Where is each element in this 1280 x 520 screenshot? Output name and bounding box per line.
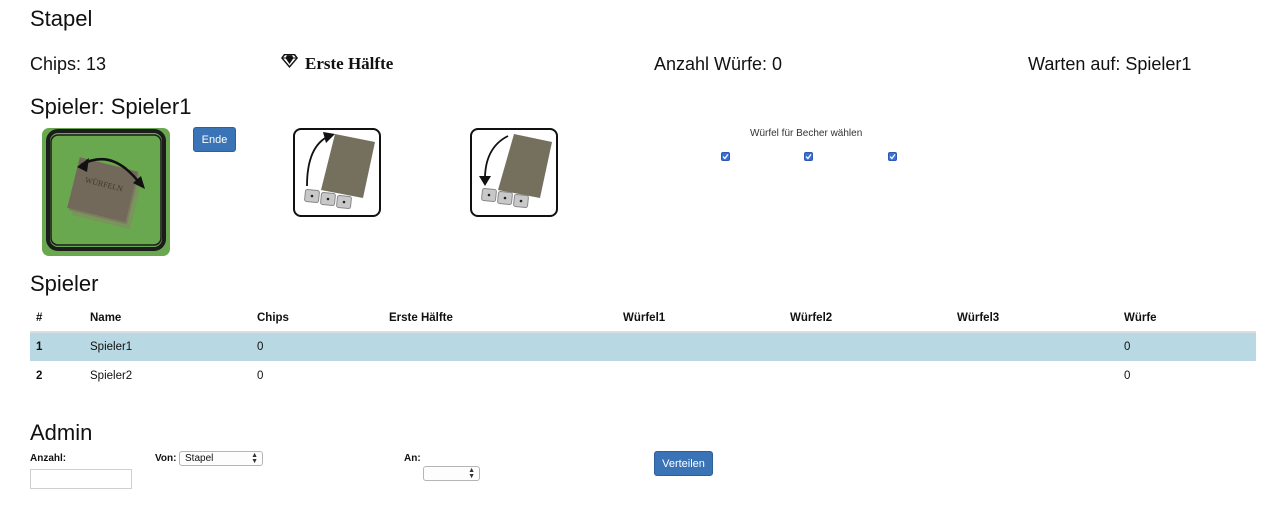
- column-header: Chips: [257, 304, 389, 333]
- check-icon: [889, 154, 896, 160]
- distribute-button[interactable]: Verteilen: [654, 451, 713, 476]
- die2-cell: [790, 361, 957, 390]
- column-header: Erste Hälfte: [389, 304, 623, 333]
- check-icon: [805, 154, 812, 160]
- diamond-icon: [280, 53, 299, 74]
- cup-lift-icon[interactable]: [293, 128, 381, 218]
- table-row[interactable]: 2 Spieler2 0 0: [30, 361, 1256, 390]
- players-table: # Name Chips Erste Hälfte Würfel1 Würfel…: [30, 304, 1256, 390]
- die3-cell: [957, 332, 1124, 361]
- throws-cell: 0: [1124, 332, 1256, 361]
- column-header: Würfel1: [623, 304, 790, 333]
- end-button[interactable]: Ende: [193, 127, 236, 152]
- page-title: Stapel: [30, 6, 93, 31]
- chips-cell: 0: [257, 332, 389, 361]
- amount-input[interactable]: [30, 469, 132, 489]
- half-label: Erste Hälfte: [305, 53, 394, 73]
- select-arrows-icon: ▲ ▼: [251, 452, 258, 465]
- column-header: #: [30, 304, 90, 333]
- cup-select-label: Würfel für Becher wählen: [750, 128, 863, 139]
- check-icon: [722, 154, 729, 160]
- to-select[interactable]: ▲ ▼: [423, 466, 480, 481]
- die-checkbox-2[interactable]: [804, 152, 813, 161]
- half-cell: [389, 332, 623, 361]
- from-label: Von:: [155, 453, 177, 464]
- rank-cell: 2: [36, 369, 43, 382]
- half-cell: [389, 361, 623, 390]
- name-cell: Spieler2: [90, 369, 133, 382]
- rank-cell: 1: [30, 332, 90, 361]
- from-select[interactable]: Stapel ▲ ▼: [179, 451, 263, 466]
- column-header: Name: [90, 304, 257, 333]
- to-label: An:: [404, 453, 421, 464]
- die-checkbox-3[interactable]: [888, 152, 897, 161]
- column-header: Würfel2: [790, 304, 957, 333]
- die-checkbox-1[interactable]: [721, 152, 730, 161]
- players-title: Spieler: [30, 271, 99, 296]
- waiting-for: Warten auf: Spieler1: [1028, 54, 1192, 74]
- die3-cell: [957, 361, 1124, 390]
- table-header-row: # Name Chips Erste Hälfte Würfel1 Würfel…: [30, 304, 1256, 333]
- cup-down-icon[interactable]: [470, 128, 558, 218]
- amount-label: Anzahl:: [30, 453, 67, 464]
- name-cell: Spieler1: [90, 332, 257, 361]
- column-header: Würfel3: [957, 304, 1124, 333]
- column-header: Würfe: [1124, 304, 1256, 333]
- roll-dice-button[interactable]: WÜRFELN: [41, 127, 171, 257]
- throws-cell: 0: [1124, 369, 1131, 382]
- player-title: Spieler: Spieler1: [30, 94, 192, 119]
- die2-cell: [790, 332, 957, 361]
- die1-cell: [623, 332, 790, 361]
- chips-count: Chips: 13: [30, 54, 107, 74]
- admin-title: Admin: [30, 420, 93, 445]
- die1-cell: [623, 361, 790, 390]
- table-row[interactable]: 1 Spieler1 0 0: [30, 332, 1256, 361]
- throws-count: Anzahl Würfe: 0: [654, 54, 783, 74]
- from-select-value: Stapel: [185, 453, 214, 464]
- select-arrows-icon: ▲ ▼: [468, 467, 475, 480]
- chips-cell: 0: [257, 369, 264, 382]
- half-indicator: Erste Hälfte: [280, 53, 393, 74]
